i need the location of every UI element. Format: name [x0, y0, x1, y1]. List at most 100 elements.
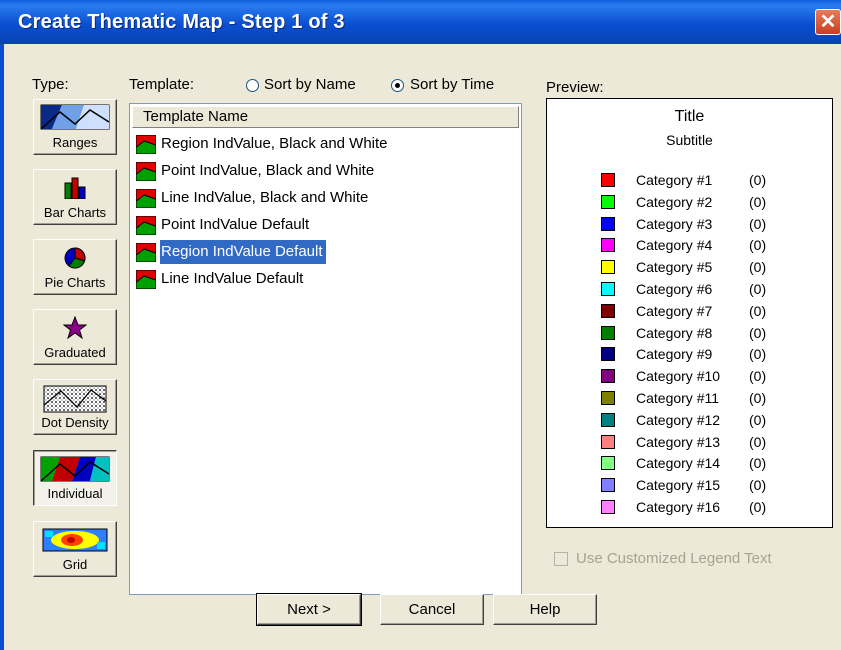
- template-list[interactable]: Template Name Region IndValue, Black and…: [129, 103, 522, 595]
- legend-category-count: (0): [749, 346, 767, 363]
- legend-category-count: (0): [749, 172, 767, 188]
- help-button[interactable]: Help: [493, 594, 597, 625]
- legend-category-name: Category #12: [636, 411, 721, 428]
- type-label-graduated: Graduated: [44, 345, 106, 360]
- type-graduated-button[interactable]: Graduated: [33, 309, 117, 365]
- legend-category-name: Category #6: [636, 281, 713, 297]
- title-bar: Create Thematic Map - Step 1 of 3 ✕: [0, 0, 841, 44]
- type-label-dot-density: Dot Density: [41, 415, 109, 430]
- customized-legend-label: Use Customized Legend Text: [576, 550, 772, 567]
- list-item-label: Line IndValue Default: [161, 270, 304, 287]
- legend-swatch: [601, 456, 615, 471]
- template-icon: [136, 216, 156, 235]
- legend-category-name: Category #11: [636, 390, 720, 406]
- column-header-template-name[interactable]: Template Name: [132, 106, 519, 128]
- type-grid-button[interactable]: Grid: [33, 521, 117, 577]
- legend-category-name: Category #14: [636, 455, 721, 472]
- legend-category-count: (0): [749, 455, 767, 472]
- legend-swatch: [601, 500, 615, 514]
- type-individual-button[interactable]: Individual: [33, 450, 117, 506]
- legend-category-name: Category #3: [636, 215, 713, 232]
- type-label-grid: Grid: [62, 557, 88, 572]
- legend-category-count: (0): [749, 259, 767, 276]
- legend-swatch: [601, 216, 615, 231]
- legend-category-name: Category #1: [636, 172, 713, 188]
- window-frame: [0, 44, 4, 650]
- legend-category-count: (0): [749, 302, 767, 319]
- legend-subtitle: Subtitle: [666, 132, 713, 148]
- window-title: Create Thematic Map - Step 1 of 3: [18, 11, 345, 33]
- legend-swatch: [601, 412, 615, 427]
- bar-chart-icon: [64, 177, 86, 199]
- list-item-label: Line IndValue, Black and White: [161, 189, 369, 206]
- legend-category-name: Category #16: [636, 499, 721, 515]
- star-icon: [63, 316, 87, 340]
- legend-category-name: Category #2: [636, 193, 713, 210]
- cancel-button[interactable]: Cancel: [380, 594, 484, 625]
- legend-category-name: Category #8: [636, 324, 713, 341]
- legend-category-count: (0): [749, 193, 767, 210]
- legend-category-count: (0): [749, 324, 767, 341]
- legend-category-count: (0): [749, 281, 767, 297]
- legend-category-name: Category #4: [636, 237, 713, 254]
- legend-category-count: (0): [749, 390, 767, 406]
- sort-by-name-label[interactable]: Sort by Name: [264, 76, 356, 93]
- type-label-pie-charts: Pie Charts: [44, 275, 106, 290]
- legend-category-count: (0): [749, 433, 767, 450]
- template-icon: [136, 270, 156, 289]
- legend-swatch: [601, 260, 615, 275]
- type-bar-charts-button[interactable]: Bar Charts: [33, 169, 117, 225]
- legend-category-count: (0): [749, 477, 767, 494]
- next-button[interactable]: Next >: [256, 593, 362, 626]
- legend-swatch: [601, 347, 615, 362]
- legend-swatch: [601, 194, 615, 209]
- sort-by-time-radio[interactable]: [391, 79, 404, 92]
- close-icon: ✕: [819, 11, 837, 33]
- sort-by-time-label[interactable]: Sort by Time: [410, 76, 494, 93]
- ranges-icon: [40, 104, 110, 130]
- template-icon: [136, 243, 156, 262]
- type-label: Type:: [32, 76, 69, 93]
- legend-category-count: (0): [749, 215, 767, 232]
- legend-swatch: [601, 282, 615, 296]
- type-dot-density-button[interactable]: Dot Density: [33, 379, 117, 435]
- legend-category-name: Category #15: [636, 477, 721, 494]
- legend-swatch: [601, 478, 615, 493]
- customized-legend-checkbox[interactable]: [554, 552, 568, 566]
- list-item-label: Region IndValue, Black and White: [161, 135, 388, 152]
- type-label-ranges: Ranges: [52, 135, 98, 150]
- grid-icon: [42, 528, 108, 552]
- legend-category-count: (0): [749, 499, 767, 515]
- legend-swatch: [601, 303, 615, 318]
- legend-category-name: Category #7: [636, 302, 713, 319]
- type-label-individual: Individual: [47, 486, 103, 501]
- legend-category-name: Category #13: [636, 433, 721, 450]
- legend-category-name: Category #10: [636, 368, 721, 385]
- template-label: Template:: [129, 76, 195, 93]
- close-button[interactable]: ✕: [815, 9, 841, 35]
- type-pie-charts-button[interactable]: Pie Charts: [33, 239, 117, 295]
- legend-swatch: [601, 238, 615, 253]
- legend-category-count: (0): [749, 368, 767, 385]
- sort-by-name-radio[interactable]: [246, 79, 259, 92]
- legend-category-count: (0): [749, 411, 767, 428]
- list-item-label: Point IndValue, Black and White: [161, 162, 375, 179]
- list-item-label: Region IndValue Default: [160, 240, 326, 264]
- individual-icon: [40, 456, 110, 482]
- legend-swatch: [601, 391, 615, 405]
- template-icon: [136, 135, 156, 154]
- list-item-label: Point IndValue Default: [161, 216, 310, 233]
- preview-label: Preview:: [546, 79, 604, 96]
- type-label-bar-charts: Bar Charts: [43, 205, 107, 220]
- legend-swatch: [601, 434, 615, 449]
- template-icon: [136, 162, 156, 181]
- legend-title: Title: [674, 108, 705, 125]
- template-icon: [136, 189, 156, 208]
- dot-density-icon: [43, 385, 107, 413]
- legend-category-count: (0): [749, 237, 767, 254]
- type-ranges-button[interactable]: Ranges: [33, 99, 117, 155]
- legend-category-name: Category #9: [636, 346, 713, 363]
- legend-preview: Title Subtitle Category #1 (0) Category #2…: [546, 98, 833, 528]
- legend-swatch: [601, 173, 615, 187]
- legend-swatch: [601, 369, 615, 384]
